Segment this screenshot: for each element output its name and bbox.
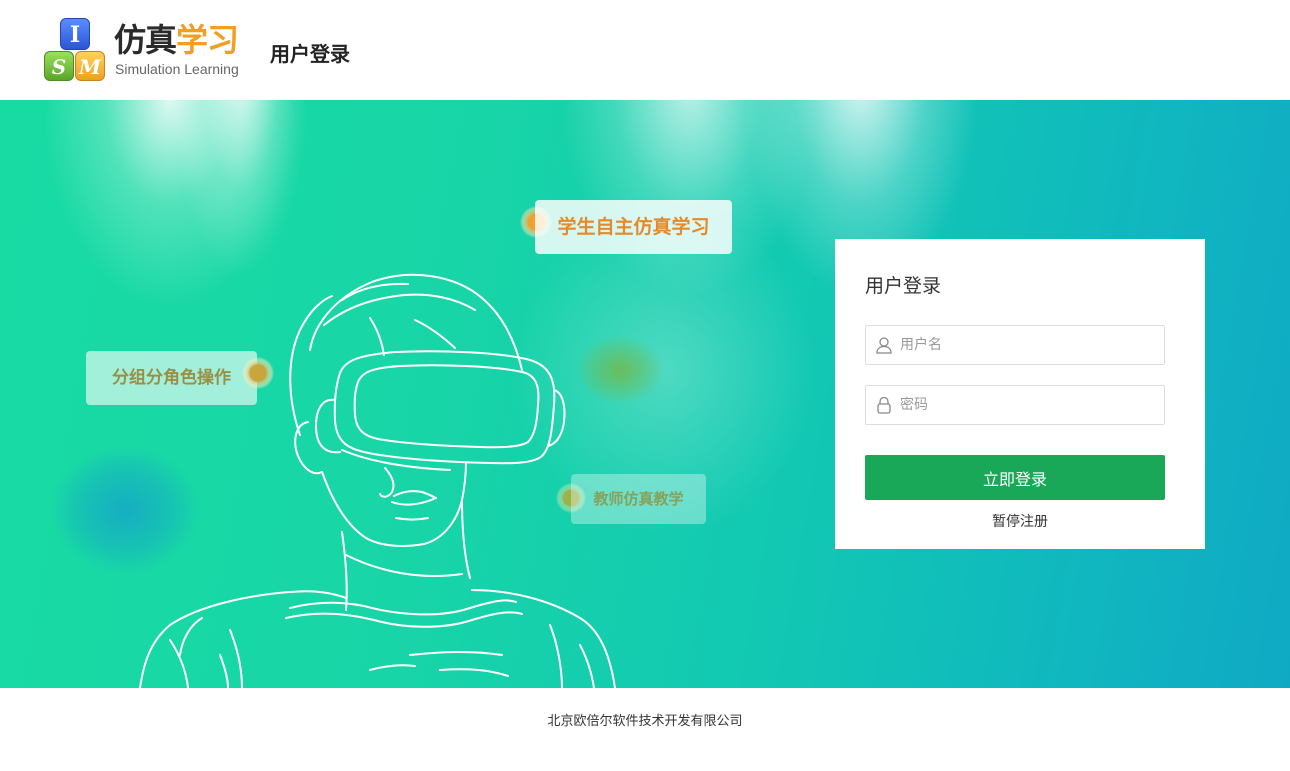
login-card: 用户登录 立即登录 暂停注册 xyxy=(835,239,1205,549)
page-title: 用户登录 xyxy=(270,42,350,66)
login-title: 用户登录 xyxy=(865,275,942,297)
feature-tag-self-study: 学生自主仿真学习 xyxy=(535,200,732,254)
logo-cube-s: S xyxy=(44,51,74,81)
username-field[interactable] xyxy=(865,325,1165,365)
password-field[interactable] xyxy=(865,385,1165,425)
footer: 北京欧倍尔软件技术开发有限公司 xyxy=(0,688,1290,771)
username-input[interactable] xyxy=(900,326,1160,364)
vr-headset-person-illustration xyxy=(139,273,616,688)
user-icon xyxy=(876,337,892,354)
glow-dot xyxy=(242,357,274,389)
hero-banner: 学生自主仿真学习 分组分角色操作 教师仿真教学 用户登录 立即登录 暂停注册 xyxy=(0,100,1290,688)
brand-name-dark: 仿真 xyxy=(114,21,177,59)
copyright-text: 北京欧倍尔软件技术开发有限公司 xyxy=(547,714,743,729)
login-button[interactable]: 立即登录 xyxy=(865,455,1165,500)
brand-subtitle: Simulation Learning xyxy=(115,61,239,77)
logo[interactable]: I S M xyxy=(44,18,106,82)
feature-tag-teacher-teaching: 教师仿真教学 xyxy=(571,474,706,524)
register-link[interactable]: 暂停注册 xyxy=(835,511,1205,531)
logo-cube-m: M xyxy=(75,51,105,81)
logo-cube-i: I xyxy=(60,18,90,50)
brand-name-accent: 学习 xyxy=(176,21,239,59)
password-input[interactable] xyxy=(900,386,1160,424)
lock-icon xyxy=(877,396,891,414)
feature-tag-group-roles: 分组分角色操作 xyxy=(86,351,257,405)
brand-name: 仿真学习 xyxy=(114,21,239,59)
header: I S M 仿真学习 Simulation Learning 用户登录 xyxy=(0,0,1290,100)
